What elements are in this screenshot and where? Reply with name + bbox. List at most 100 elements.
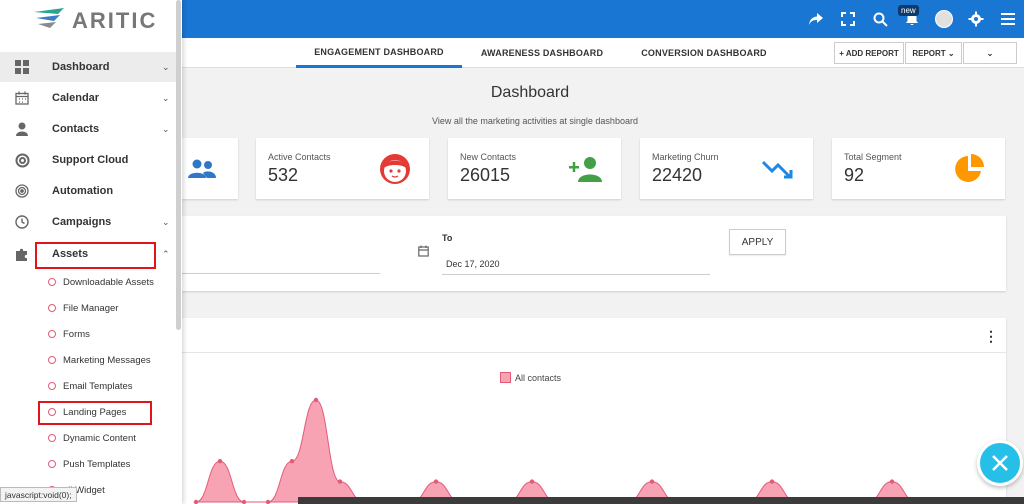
highlight-box-assets [35,242,156,269]
sidebar-item-contacts[interactable]: Contacts ⌄ [0,114,178,144]
data-point-2[interactable] [241,499,247,504]
data-point-1[interactable] [217,459,223,464]
bullet-icon [48,460,56,468]
users-icon [184,151,220,187]
calendar-icon[interactable] [418,245,429,260]
logo[interactable]: ARITIC [34,4,157,38]
data-point-3[interactable] [265,499,271,504]
from-date-field[interactable] [182,273,380,274]
puzzle-icon [14,246,30,262]
close-fab-button[interactable] [977,440,1023,486]
tab-conversion-dashboard[interactable]: CONVERSION DASHBOARD [628,38,780,68]
data-point-14[interactable] [529,479,535,484]
new-badge: new [898,5,919,16]
calendar-icon [14,90,30,106]
card-label: New Contacts [460,152,517,162]
card-label: Active Contacts [268,152,331,162]
logo-text: ARITIC [72,8,158,33]
stat-card-marketing-churn[interactable]: Marketing Churn 22420 [640,138,813,199]
subitem-label: Marketing Messages [63,354,151,366]
lifebuoy-icon [14,152,30,168]
stat-card-new-contacts[interactable]: New Contacts 26015 [448,138,621,199]
target-icon [14,183,30,199]
search-icon[interactable] [864,0,896,38]
sidebar-item-label: Contacts [52,123,100,135]
tab-engagement-dashboard[interactable]: ENGAGEMENT DASHBOARD [296,38,462,68]
sidebar-item-label: Support Cloud [52,154,129,166]
sidebar-item-dashboard[interactable]: Dashboard ⌄ [0,52,178,82]
more-dropdown[interactable]: ⌄ [963,42,1017,64]
card-label: Marketing Churn [652,152,719,162]
gear-icon[interactable] [960,0,992,38]
share-icon[interactable] [800,0,832,38]
close-icon [992,455,1008,471]
bullet-icon [48,278,56,286]
chevron-down-icon: ⌄ [162,61,170,72]
sidebar-subitem-email-templates[interactable]: Email Templates [48,375,133,397]
pie-icon [952,151,988,187]
page-subtitle: View all the marketing activities at sin… [432,116,638,126]
data-point-29[interactable] [889,479,895,484]
chart-header-divider [182,352,1006,353]
area-chart [193,397,991,504]
add-report-button[interactable]: + ADD REPORT [834,42,904,64]
sidebar-subitem-downloadable-assets[interactable]: Downloadable Assets [48,271,154,293]
subitem-label: Dynamic Content [63,432,136,444]
stat-card-active-contacts[interactable]: Active Contacts 532 [256,138,429,199]
avatar-button[interactable] [928,0,960,38]
chart-panel: ⋮ All contacts [182,318,1006,504]
bullet-icon [48,434,56,442]
data-point-10[interactable] [433,479,439,484]
date-filter-panel: To Dec 17, 2020 APPLY [182,216,1006,291]
data-point-6[interactable] [337,479,343,484]
sidebar-item-label: Calendar [52,92,100,104]
subitem-label: Email Templates [63,380,133,392]
top-icons: new [800,0,1024,38]
sidebar-scrollbar[interactable] [176,0,181,330]
sidebar-item-support-cloud[interactable]: Support Cloud [0,145,178,175]
data-point-0[interactable] [193,499,199,504]
tab-awareness-dashboard[interactable]: AWARENESS DASHBOARD [472,38,612,68]
chevron-down-icon: ⌄ [162,216,170,227]
to-date-value[interactable]: Dec 17, 2020 [446,259,500,269]
subitem-label: Push Templates [63,458,131,470]
data-point-4[interactable] [289,459,295,464]
sidebar-subitem-dynamic-content[interactable]: Dynamic Content [48,427,136,449]
fullscreen-icon[interactable] [832,0,864,38]
data-point-19[interactable] [649,479,655,484]
stat-card-total-contacts[interactable] [182,138,238,199]
to-label: To [442,233,453,243]
to-date-underline [442,274,710,275]
apply-button[interactable]: APPLY [729,229,786,255]
grid-icon [14,59,30,75]
sidebar-item-label: Dashboard [52,61,110,73]
sidebar-item-calendar[interactable]: Calendar ⌄ [0,83,178,113]
data-point-5[interactable] [313,397,319,403]
notifications-button[interactable]: new [896,0,928,38]
subitem-label: Forms [63,328,90,340]
chevron-down-icon: ⌄ [162,123,170,134]
sidebar-item-automation[interactable]: Automation [0,176,178,206]
sidebar-subitem-marketing-messages[interactable]: Marketing Messages [48,349,151,371]
bottom-strip [298,497,1024,504]
kebab-menu-icon[interactable]: ⋮ [984,328,998,345]
add-user-icon [568,151,604,187]
hamburger-menu-icon[interactable] [992,0,1024,38]
face-icon [377,151,413,187]
data-point-24[interactable] [769,479,775,484]
chevron-up-icon: ⌃ [162,248,170,259]
sidebar-subitem-forms[interactable]: Forms [48,323,90,345]
card-value: 532 [268,165,299,185]
bullet-icon [48,330,56,338]
card-value: 22420 [652,165,703,185]
bullet-icon [48,382,56,390]
sidebar-item-campaigns[interactable]: Campaigns ⌄ [0,207,178,237]
series-all-contacts-area [195,399,988,503]
sidebar-subitem-file-manager[interactable]: File Manager [48,297,118,319]
stat-card-total-segment[interactable]: Total Segment 92 [832,138,1005,199]
report-dropdown[interactable]: REPORT ⌄ [905,42,962,64]
sidebar-subitem-push-templates[interactable]: Push Templates [48,453,130,475]
bullet-icon [48,356,56,364]
person-icon [14,121,30,137]
card-value: 26015 [460,165,511,185]
